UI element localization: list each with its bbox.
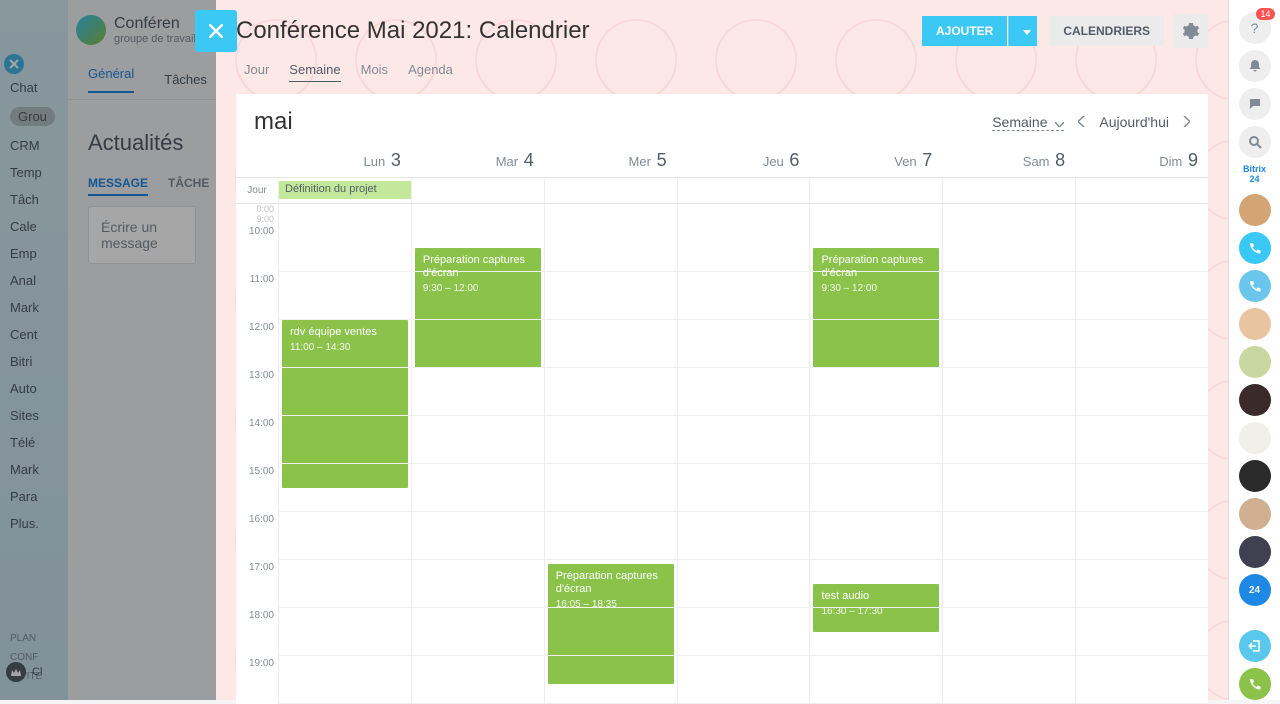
hour-19: 19:00 — [236, 656, 278, 704]
b24-round-icon[interactable]: 24 — [1239, 574, 1271, 606]
day-header-mon: Lun 3 — [278, 144, 411, 177]
view-day[interactable]: Jour — [244, 62, 269, 82]
time-gutter: 0:00 9:00 10:00 11:00 12:00 13:00 14:00 … — [236, 204, 278, 704]
panel-header: Conférence Mai 2021: Calendrier AJOUTER … — [216, 0, 1228, 54]
view-agenda[interactable]: Agenda — [408, 62, 453, 82]
calendar-panel: Conférence Mai 2021: Calendrier AJOUTER … — [216, 0, 1228, 700]
day-header-wed: Mer 5 — [544, 144, 677, 177]
chat-icon — [1248, 97, 1262, 111]
chevron-down-icon — [1055, 122, 1064, 127]
phone-icon — [1249, 242, 1261, 254]
contact-avatar-5[interactable] — [1239, 422, 1271, 454]
contact-avatar-3[interactable] — [1239, 346, 1271, 378]
gear-icon — [1183, 23, 1199, 39]
hour-12: 12:00 — [236, 320, 278, 368]
logout-button[interactable] — [1239, 630, 1271, 662]
chevron-right-icon — [1183, 116, 1190, 127]
view-month[interactable]: Mois — [361, 62, 388, 82]
allday-mon[interactable]: Définition du projet — [278, 178, 411, 204]
notification-badge: 14 — [1256, 8, 1274, 20]
next-button[interactable] — [1183, 114, 1190, 130]
contact-avatar-7[interactable] — [1239, 498, 1271, 530]
contact-avatar-2[interactable] — [1239, 308, 1271, 340]
day-col-sat[interactable] — [942, 204, 1075, 704]
view-week[interactable]: Semaine — [289, 62, 340, 82]
day-col-sun[interactable] — [1075, 204, 1208, 704]
calendars-button[interactable]: CALENDRIERS — [1049, 16, 1164, 46]
allday-thu[interactable] — [677, 178, 810, 204]
day-header-fri: Ven 7 — [809, 144, 942, 177]
day-header-row: Lun 3 Mar 4 Mer 5 Jeu 6 Ven 7 Sam 8 Dim … — [236, 144, 1208, 178]
calendar-top-bar: mai Semaine Aujourd'hui — [236, 94, 1208, 144]
contact-avatar-4[interactable] — [1239, 384, 1271, 416]
day-header-thu: Jeu 6 — [677, 144, 810, 177]
hour-17: 17:00 — [236, 560, 278, 608]
day-col-fri[interactable]: Préparation captures d'écran 9:30 – 12:0… — [809, 204, 942, 704]
allday-fri[interactable] — [809, 178, 942, 204]
bell-icon — [1248, 59, 1262, 73]
contact-avatar-6[interactable] — [1239, 460, 1271, 492]
hour-14: 14:00 — [236, 416, 278, 464]
close-icon — [209, 24, 223, 38]
contact-avatar-8[interactable] — [1239, 536, 1271, 568]
allday-label: Jour — [236, 185, 278, 196]
chat-button[interactable] — [1239, 88, 1271, 120]
day-col-mon[interactable]: rdv équipe ventes 11:00 – 14:30 — [278, 204, 411, 704]
allday-sat[interactable] — [942, 178, 1075, 204]
search-icon — [1248, 135, 1262, 149]
hour-13: 13:00 — [236, 368, 278, 416]
hour-15: 15:00 — [236, 464, 278, 512]
panel-title: Conférence Mai 2021: Calendrier — [236, 17, 922, 45]
time-range-start: 0:00 9:00 — [236, 204, 278, 224]
close-panel-button[interactable] — [195, 10, 237, 52]
allday-wed[interactable] — [544, 178, 677, 204]
calendar-container: mai Semaine Aujourd'hui Lun 3 Mar 4 Mer … — [236, 94, 1208, 704]
event-rdv-ventes[interactable]: rdv équipe ventes 11:00 – 14:30 — [282, 320, 408, 488]
help-icon: ? — [1251, 20, 1259, 36]
day-header-sat: Sam 8 — [942, 144, 1075, 177]
phone-icon — [1249, 280, 1261, 292]
hour-11: 11:00 — [236, 272, 278, 320]
chevron-down-icon — [1023, 30, 1031, 35]
notifications-button[interactable] — [1239, 50, 1271, 82]
allday-sun[interactable] — [1075, 178, 1208, 204]
day-col-tue[interactable]: Préparation captures d'écran 9:30 – 12:0… — [411, 204, 544, 704]
today-button[interactable]: Aujourd'hui — [1099, 114, 1169, 130]
hour-18: 18:00 — [236, 608, 278, 656]
event-prep-tue[interactable]: Préparation captures d'écran 9:30 – 12:0… — [415, 248, 541, 368]
day-col-wed[interactable]: Préparation captures d'écran 16:05 – 18:… — [544, 204, 677, 704]
event-test-audio[interactable]: test audio 16:30 – 17:30 — [813, 584, 939, 632]
hour-10: 10:00 — [236, 224, 278, 272]
allday-event[interactable]: Définition du projet — [279, 181, 411, 199]
event-prep-fri[interactable]: Préparation captures d'écran 9:30 – 12:0… — [813, 248, 939, 368]
day-header-sun: Dim 9 — [1075, 144, 1208, 177]
call-button-1[interactable] — [1239, 232, 1271, 264]
right-sidebar: ? 14 Bitrix 24 24 — [1228, 0, 1280, 700]
add-dropdown-button[interactable] — [1008, 16, 1037, 46]
view-tabs: Jour Semaine Mois Agenda — [216, 54, 1228, 94]
contact-avatar-1[interactable] — [1239, 194, 1271, 226]
event-prep-wed[interactable]: Préparation captures d'écran 16:05 – 18:… — [548, 564, 674, 684]
phone-icon — [1249, 678, 1261, 690]
help-button[interactable]: ? 14 — [1239, 12, 1271, 44]
allday-row: Jour Définition du projet — [236, 178, 1208, 204]
add-button[interactable]: AJOUTER — [922, 16, 1007, 46]
search-button[interactable] — [1239, 126, 1271, 158]
prev-button[interactable] — [1078, 114, 1085, 130]
chevron-left-icon — [1078, 116, 1085, 127]
hour-16: 16:00 — [236, 512, 278, 560]
call-button-2[interactable] — [1239, 270, 1271, 302]
month-label: mai — [254, 108, 992, 136]
calendar-grid: 0:00 9:00 10:00 11:00 12:00 13:00 14:00 … — [236, 204, 1208, 704]
settings-button[interactable] — [1174, 14, 1208, 48]
dial-button[interactable] — [1239, 668, 1271, 700]
bitrix24-logo[interactable]: Bitrix 24 — [1239, 164, 1271, 188]
day-col-thu[interactable] — [677, 204, 810, 704]
allday-tue[interactable] — [411, 178, 544, 204]
day-header-tue: Mar 4 — [411, 144, 544, 177]
logout-icon — [1248, 639, 1262, 653]
view-selector[interactable]: Semaine — [992, 114, 1064, 131]
